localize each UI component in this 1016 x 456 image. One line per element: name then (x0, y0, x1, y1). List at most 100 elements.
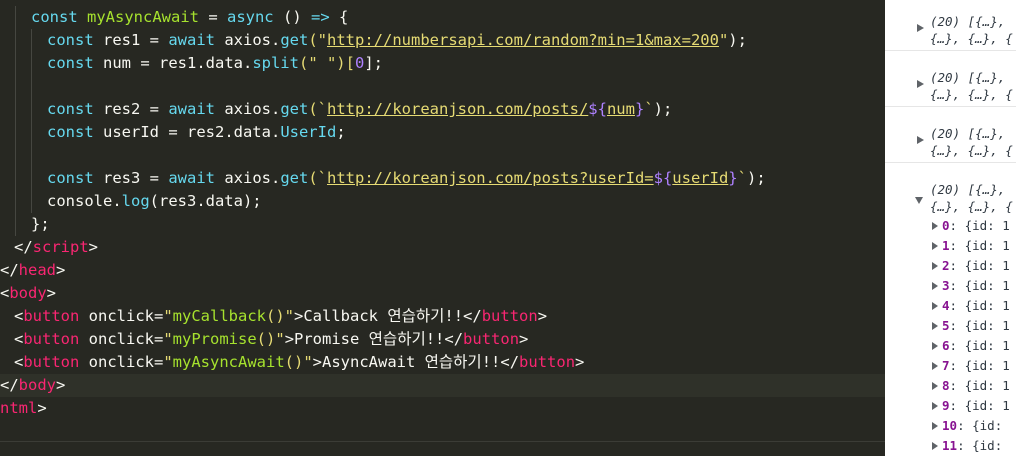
code-token: button (519, 353, 576, 371)
code-token: button (23, 353, 89, 371)
array-row-key: 11: {id: (942, 436, 1002, 456)
array-row-key: 2: {id: 1 (942, 256, 1010, 276)
code-token: }; (31, 215, 50, 233)
code-line[interactable]: </body> (0, 374, 885, 397)
expand-triangle-icon[interactable] (932, 362, 938, 370)
array-row[interactable]: 9: {id: 1 (885, 396, 1016, 416)
array-index: 1 (942, 238, 950, 253)
code-token: myAsyncAwait (172, 353, 285, 371)
code-line[interactable] (0, 75, 885, 98)
code-token: ); (746, 169, 766, 187)
code-line[interactable]: const num = res1.data.split(" ")[0]; (0, 52, 885, 75)
code-line[interactable]: console.log(res3.data); (0, 190, 885, 213)
indent-guide (31, 167, 32, 190)
expand-triangle-icon[interactable] (932, 342, 938, 350)
colon: : (949, 378, 965, 393)
array-index: 8 (942, 378, 950, 393)
entry-summary-line2: {…}, {…}, { (930, 143, 1013, 158)
collapse-triangle-icon[interactable] (915, 197, 923, 204)
array-row[interactable]: 8: {id: 1 (885, 376, 1016, 396)
code-token: > (575, 353, 585, 371)
code-line[interactable]: const res2 = await axios.get(`http://kor… (0, 98, 885, 121)
code-token: 0 (354, 54, 365, 72)
console-entry[interactable]: (20) [{…}, {…}, {…}, { (885, 0, 1016, 51)
array-row[interactable]: 10: {id: (885, 416, 1016, 436)
code-token: async (226, 8, 274, 26)
code-token: < (14, 353, 24, 371)
code-text: const res2 = await axios.get(`http://kor… (47, 98, 672, 121)
code-token: script (32, 238, 89, 256)
code-token: () (273, 8, 311, 26)
expand-triangle-icon[interactable] (917, 136, 924, 144)
expand-triangle-icon[interactable] (932, 282, 938, 290)
code-line[interactable]: const userId = res2.data.UserId; (0, 121, 885, 144)
colon: : (957, 418, 973, 433)
code-line[interactable]: <button onclick="myPromise()">Promise 연습… (0, 328, 885, 351)
array-row[interactable]: 5: {id: 1 (885, 316, 1016, 336)
expand-triangle-icon[interactable] (932, 382, 938, 390)
code-line[interactable]: </head> (0, 259, 885, 282)
code-token: > (537, 307, 548, 325)
code-token: > (46, 284, 57, 302)
code-line[interactable] (0, 144, 885, 167)
expand-triangle-icon[interactable] (917, 80, 924, 88)
array-row[interactable]: 4: {id: 1 (885, 296, 1016, 316)
array-row[interactable]: 7: {id: 1 (885, 356, 1016, 376)
entry-summary-line2: {…}, {…}, { (930, 87, 1013, 102)
code-token: " (284, 307, 295, 325)
entry-summary-line1: (20) [{…}, (930, 70, 1006, 85)
code-editor[interactable]: const myAsyncAwait = async () => {const … (0, 0, 885, 456)
code-line[interactable]: <body> (0, 282, 885, 305)
code-token: " (163, 353, 173, 371)
array-row[interactable]: 2: {id: 1 (885, 256, 1016, 276)
expand-triangle-icon[interactable] (932, 222, 938, 230)
console-entry-expanded[interactable]: (20) [{…}, {…}, {…}, { 0: {id: 1 1: {id: … (885, 168, 1016, 456)
code-line[interactable]: }; (0, 213, 885, 236)
array-row[interactable]: 11: {id: (885, 436, 1016, 456)
code-token: > (37, 399, 47, 417)
colon: : (949, 218, 965, 233)
code-token: button (23, 330, 89, 348)
code-text: </head> (0, 259, 65, 282)
console-entry[interactable]: (20) [{…}, {…}, {…}, { (885, 112, 1016, 163)
array-index: 5 (942, 318, 950, 333)
code-token: myPromise (172, 330, 257, 348)
expand-triangle-icon[interactable] (932, 322, 938, 330)
code-token: (" ")[ (298, 54, 355, 72)
expand-triangle-icon[interactable] (932, 302, 938, 310)
array-row-value: {id: 1 (964, 398, 1010, 413)
code-line[interactable]: ntml> (0, 397, 885, 420)
expand-triangle-icon[interactable] (932, 262, 938, 270)
code-line[interactable]: const myAsyncAwait = async () => { (0, 6, 885, 29)
expand-triangle-icon[interactable] (932, 442, 938, 450)
code-token: axios. (224, 169, 281, 187)
code-token: " (275, 330, 285, 348)
code-token: await (168, 100, 225, 118)
expand-triangle-icon[interactable] (932, 402, 938, 410)
expand-triangle-icon[interactable] (932, 422, 938, 430)
code-line[interactable]: <button onclick="myAsyncAwait()">AsyncAw… (0, 351, 885, 374)
code-line[interactable]: </script> (0, 236, 885, 259)
code-token: const (31, 8, 87, 26)
code-token: = (198, 8, 227, 26)
code-token: >Promise 연습하기!!</ (284, 330, 464, 348)
array-row-key: 3: {id: 1 (942, 276, 1010, 296)
expand-triangle-icon[interactable] (917, 24, 924, 32)
code-token: () (266, 307, 285, 325)
array-row[interactable]: 3: {id: 1 (885, 276, 1016, 296)
array-row[interactable]: 0: {id: 1 (885, 216, 1016, 236)
code-token: const (47, 31, 103, 49)
console-entry[interactable]: (20) [{…}, {…}, {…}, { (885, 56, 1016, 107)
indent-guide (31, 75, 32, 98)
code-line[interactable]: const res1 = await axios.get("http://num… (0, 29, 885, 52)
array-index: 2 (942, 258, 950, 273)
code-token: > (88, 238, 99, 256)
indent-guide (31, 98, 32, 121)
code-line[interactable]: <button onclick="myCallback()">Callback … (0, 305, 885, 328)
array-row[interactable]: 1: {id: 1 (885, 236, 1016, 256)
code-line[interactable]: const res3 = await axios.get(`http://kor… (0, 167, 885, 190)
expand-triangle-icon[interactable] (932, 242, 938, 250)
code-token: onclick= (88, 330, 164, 348)
array-row[interactable]: 6: {id: 1 (885, 336, 1016, 356)
indent-guide (15, 52, 16, 75)
